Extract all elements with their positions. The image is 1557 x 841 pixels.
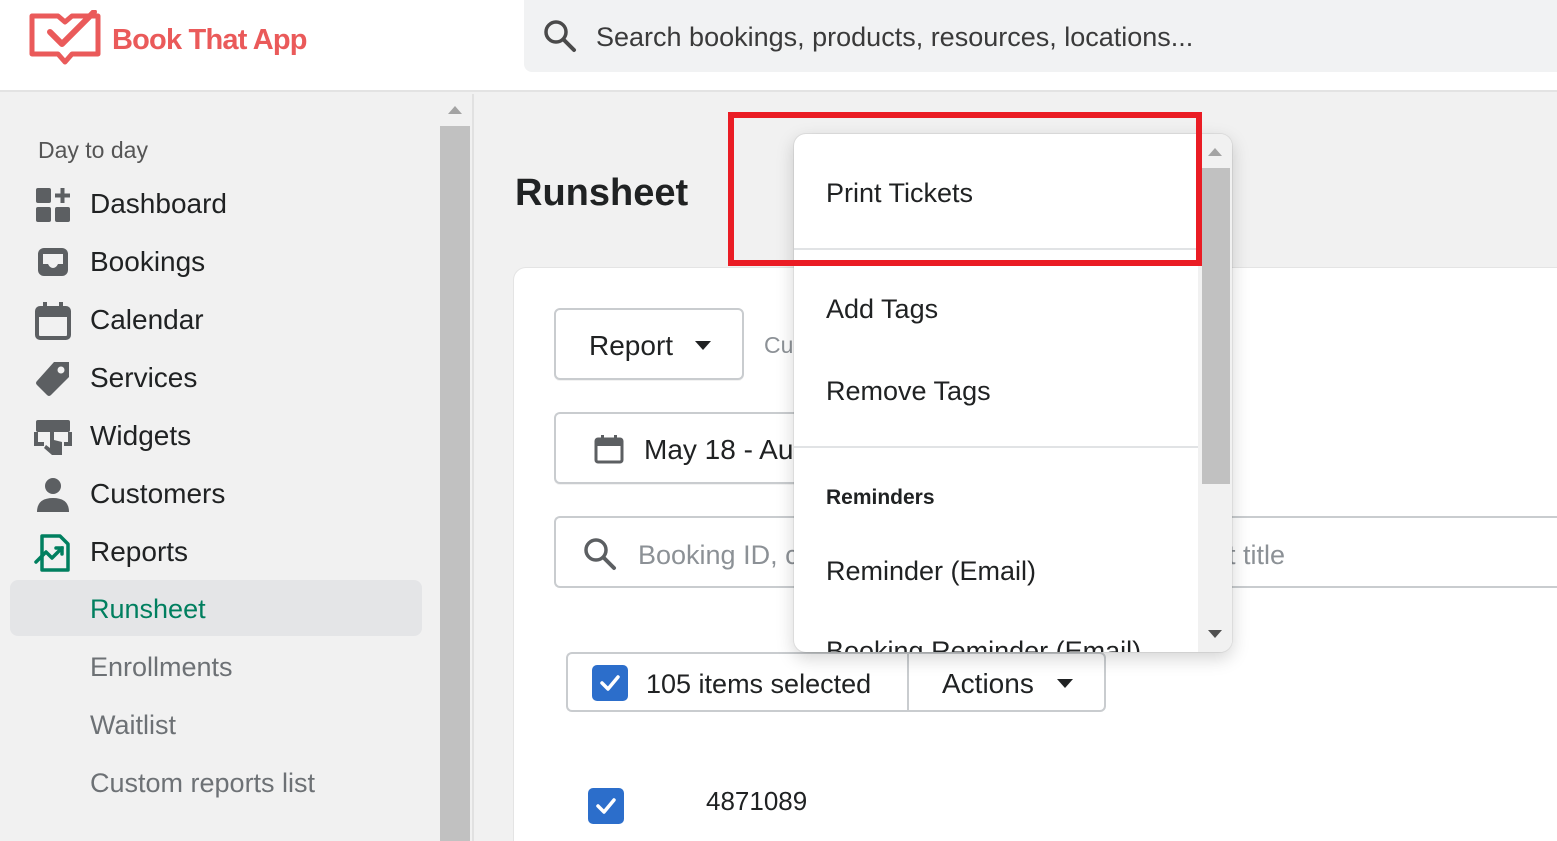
scroll-up-arrow-icon[interactable] xyxy=(448,106,462,114)
sidebar-item-calendar[interactable]: Calendar xyxy=(0,292,440,348)
booking-search-placeholder-tail: t title xyxy=(1228,540,1286,570)
person-icon xyxy=(37,478,69,512)
sidebar-subitem-custom-reports-list[interactable]: Custom reports list xyxy=(10,754,422,810)
book-check-logo-icon xyxy=(29,10,101,65)
actions-button[interactable]: Actions xyxy=(907,652,1106,712)
sidebar-item-label: Customers xyxy=(90,478,226,509)
partial-text: Cu xyxy=(764,332,794,358)
sidebar-subitem-label: Runsheet xyxy=(90,594,206,624)
sidebar-item-customers[interactable]: Customers xyxy=(0,466,440,522)
sidebar-item-label: Widgets xyxy=(90,420,192,451)
menu-item-remove-tags[interactable]: Remove Tags xyxy=(826,376,991,407)
scrollbar-thumb[interactable] xyxy=(1202,168,1230,484)
sidebar-item-services[interactable]: Services xyxy=(0,350,440,406)
report-button-label: Report xyxy=(589,330,674,361)
scrollbar-thumb[interactable] xyxy=(440,126,470,841)
dashboard-icon xyxy=(36,188,70,222)
bulk-select-bar: 105 items selected xyxy=(566,652,908,712)
scroll-down-arrow-icon[interactable] xyxy=(1208,630,1222,638)
reports-icon xyxy=(34,534,70,572)
sidebar-item-label: Calendar xyxy=(90,304,204,335)
sidebar-item-bookings[interactable]: Bookings xyxy=(0,234,440,290)
menu-separator xyxy=(794,446,1198,448)
calendar-icon xyxy=(594,435,624,464)
date-range-label: May 18 - Au xyxy=(644,434,794,465)
search-icon xyxy=(544,20,576,52)
sidebar-subitem-label: Waitlist xyxy=(90,710,176,740)
sidebar-item-label: Bookings xyxy=(90,246,206,277)
menu-item-reminder-email[interactable]: Reminder (Email) xyxy=(826,556,1036,587)
sidebar-item-reports[interactable]: Reports xyxy=(0,524,440,580)
menu-item-add-tags[interactable]: Add Tags xyxy=(826,294,938,325)
date-range-button[interactable]: May 18 - Au xyxy=(554,412,814,484)
actions-button-label: Actions xyxy=(942,668,1034,699)
booking-search-placeholder: Booking ID, c xyxy=(638,540,799,570)
sidebar-subitem-waitlist[interactable]: Waitlist xyxy=(10,696,422,752)
sidebar-item-widgets[interactable]: Widgets xyxy=(0,408,440,464)
sidebar-item-label: Reports xyxy=(90,536,189,567)
checkmark-icon xyxy=(596,798,616,814)
app-name: Book That App xyxy=(112,24,308,56)
sidebar-subitem-runsheet[interactable]: Runsheet xyxy=(10,580,422,636)
sidebar-item-label: Dashboard xyxy=(90,188,227,219)
sidebar-divider xyxy=(472,94,474,841)
scroll-up-arrow-icon[interactable] xyxy=(1208,148,1222,156)
select-all-checkbox[interactable] xyxy=(592,665,628,701)
row-checkbox[interactable] xyxy=(588,788,624,824)
sidebar-item-label: Services xyxy=(90,362,198,393)
sidebar-subitem-label: Custom reports list xyxy=(90,768,316,798)
booking-id[interactable]: 4871089 xyxy=(706,786,807,817)
global-search-input[interactable]: Search bookings, products, resources, lo… xyxy=(524,0,1557,72)
widget-icon xyxy=(34,420,72,455)
sidebar-section-title: Day to day xyxy=(38,137,148,163)
app-logo[interactable]: Book That App xyxy=(28,10,308,66)
calendar-icon xyxy=(35,302,71,340)
menu-item-booking-reminder-email[interactable]: Booking Reminder (Email) xyxy=(826,636,1141,652)
tag-icon xyxy=(36,362,69,396)
report-button[interactable]: Report xyxy=(554,308,744,380)
top-bar: Book That App Search bookings, products,… xyxy=(0,0,1557,92)
highlight-box xyxy=(728,112,1202,266)
sidebar-subitem-enrollments[interactable]: Enrollments xyxy=(10,638,422,694)
sidebar-scrollbar[interactable] xyxy=(440,94,470,841)
global-search-placeholder: Search bookings, products, resources, lo… xyxy=(596,22,1194,52)
search-icon xyxy=(584,538,616,570)
selected-count-label: 105 items selected xyxy=(646,669,872,699)
page-title: Runsheet xyxy=(515,172,689,214)
sidebar-item-dashboard[interactable]: Dashboard xyxy=(0,176,440,232)
checkmark-icon xyxy=(600,675,620,691)
caret-down-icon xyxy=(695,341,711,350)
sidebar-subitem-label: Enrollments xyxy=(90,652,233,682)
menu-section-heading-reminders: Reminders xyxy=(826,486,935,509)
caret-down-icon xyxy=(1057,679,1073,688)
inbox-icon xyxy=(38,248,68,276)
dropdown-scrollbar[interactable] xyxy=(1198,134,1232,652)
